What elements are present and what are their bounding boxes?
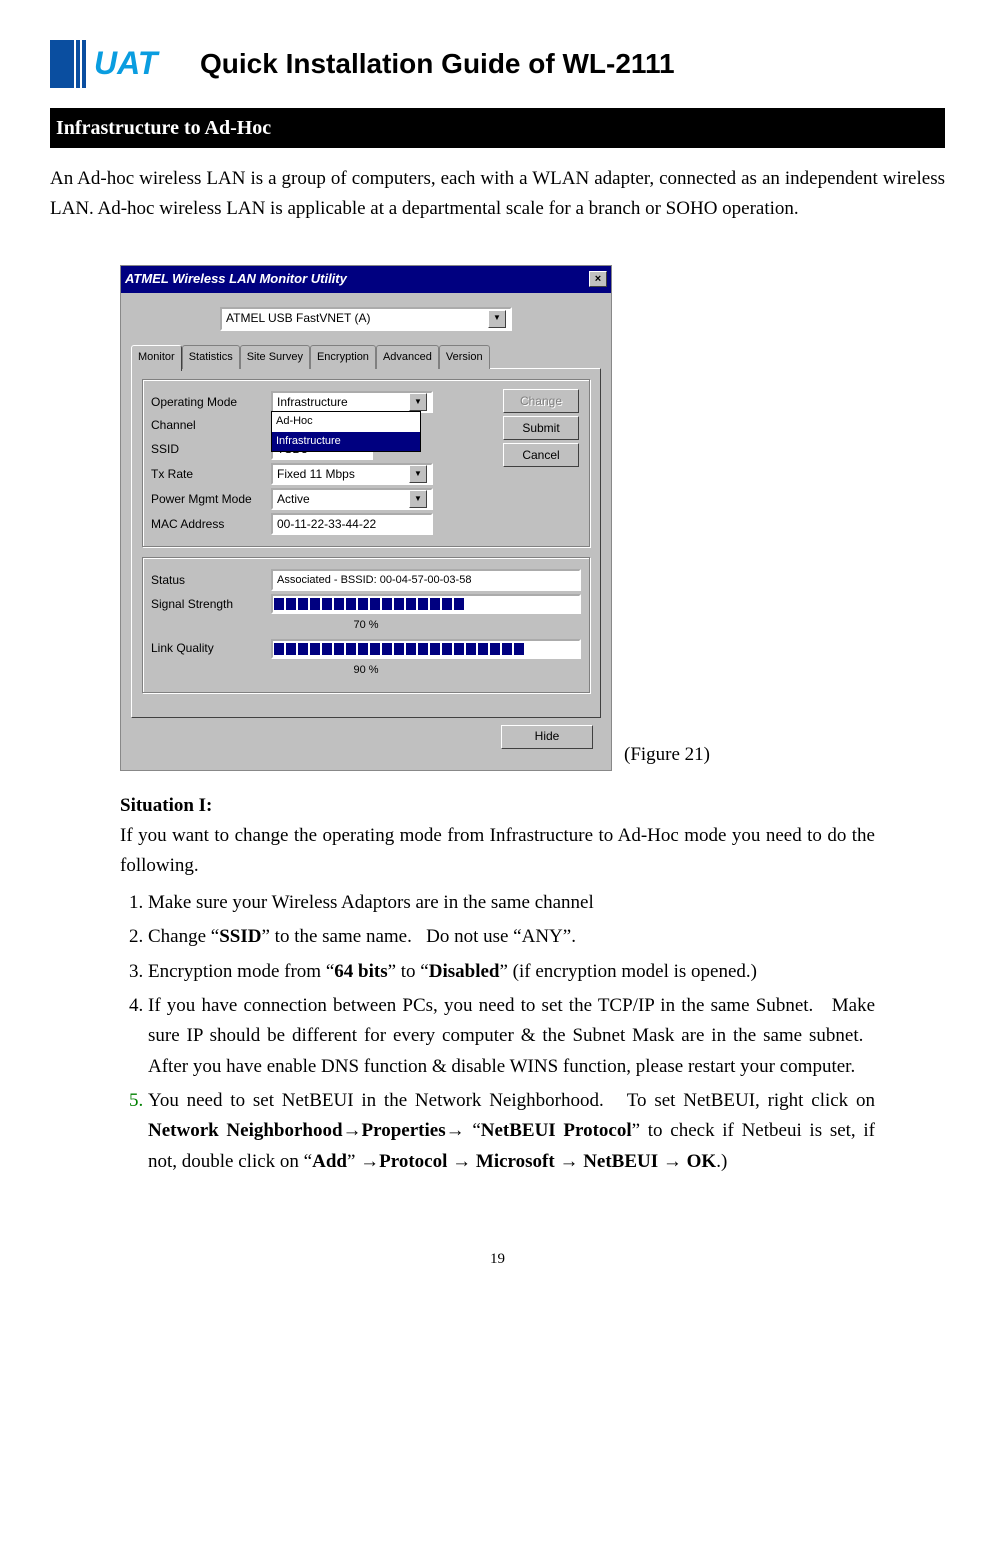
- step-4: If you have connection between PCs, you …: [148, 991, 875, 1082]
- label-ssid: SSID: [151, 440, 271, 459]
- label-mac: MAC Address: [151, 515, 271, 534]
- tab-advanced[interactable]: Advanced: [376, 345, 439, 370]
- op-mode-dropdown[interactable]: Ad-Hoc Infrastructure: [271, 411, 421, 452]
- submit-button[interactable]: Submit: [503, 416, 579, 440]
- mac-value: 00-11-22-33-44-22: [277, 515, 376, 534]
- situation-heading: Situation I:: [120, 791, 875, 821]
- chevron-down-icon[interactable]: ▼: [409, 465, 427, 483]
- step-3: Encryption mode from “64 bits” to “Disab…: [148, 957, 875, 987]
- label-link: Link Quality: [151, 639, 271, 658]
- op-mode-opt-adhoc[interactable]: Ad-Hoc: [272, 412, 420, 432]
- page-number: 19: [50, 1247, 945, 1271]
- figure-row: ATMEL Wireless LAN Monitor Utility × ATM…: [120, 265, 945, 771]
- situation-lead: If you want to change the operating mode…: [120, 821, 875, 882]
- atmel-dialog: ATMEL Wireless LAN Monitor Utility × ATM…: [120, 265, 612, 771]
- dialog-title: ATMEL Wireless LAN Monitor Utility: [125, 269, 347, 290]
- tx-rate-value: Fixed 11 Mbps: [277, 465, 355, 484]
- chevron-down-icon[interactable]: ▼: [409, 490, 427, 508]
- close-icon[interactable]: ×: [589, 271, 607, 287]
- pmm-select[interactable]: Active ▼: [271, 488, 433, 510]
- status-group: Status Associated - BSSID: 00-04-57-00-0…: [142, 557, 590, 692]
- tab-statistics[interactable]: Statistics: [182, 345, 240, 370]
- adapter-value: ATMEL USB FastVNET (A): [226, 309, 370, 328]
- page-header: UAT Quick Installation Guide of WL-2111: [50, 40, 945, 88]
- step-2: Change “SSID” to the same name. Do not u…: [148, 922, 875, 952]
- link-bar: [271, 639, 581, 659]
- change-button[interactable]: Change: [503, 389, 579, 413]
- section-heading-bar: Infrastructure to Ad-Hoc: [50, 108, 945, 148]
- hide-button[interactable]: Hide: [501, 725, 593, 749]
- cancel-button[interactable]: Cancel: [503, 443, 579, 467]
- op-mode-select[interactable]: Infrastructure ▼: [271, 391, 433, 413]
- status-value: Associated - BSSID: 00-04-57-00-03-58: [277, 572, 471, 590]
- page-title: Quick Installation Guide of WL-2111: [200, 42, 675, 87]
- settings-group: Operating Mode Infrastructure ▼ Ad-Hoc I…: [142, 379, 590, 547]
- intro-paragraph: An Ad-hoc wireless LAN is a group of com…: [50, 164, 945, 225]
- tab-encryption[interactable]: Encryption: [310, 345, 376, 370]
- mac-field: 00-11-22-33-44-22: [271, 513, 433, 535]
- adapter-select[interactable]: ATMEL USB FastVNET (A) ▼: [220, 307, 512, 331]
- figure-label: (Figure 21): [624, 740, 710, 770]
- op-mode-value: Infrastructure: [277, 393, 348, 412]
- status-field: Associated - BSSID: 00-04-57-00-03-58: [271, 569, 581, 591]
- chevron-down-icon[interactable]: ▼: [409, 393, 427, 411]
- tab-strip: Monitor Statistics Site Survey Encryptio…: [131, 345, 601, 370]
- step-5: You need to set NetBEUI in the Network N…: [148, 1086, 875, 1177]
- tab-panel: Operating Mode Infrastructure ▼ Ad-Hoc I…: [131, 368, 601, 717]
- signal-percent: 70 %: [151, 617, 581, 635]
- action-button-column: Change Submit Cancel: [503, 386, 579, 470]
- steps-list: Make sure your Wireless Adaptors are in …: [120, 888, 875, 1178]
- tab-monitor[interactable]: Monitor: [131, 345, 182, 372]
- label-op-mode: Operating Mode: [151, 393, 271, 412]
- link-percent: 90 %: [151, 662, 581, 680]
- label-channel: Channel: [151, 416, 271, 435]
- situation-block: Situation I: If you want to change the o…: [120, 791, 875, 1178]
- tab-site-survey[interactable]: Site Survey: [240, 345, 310, 370]
- uat-logo: UAT: [50, 40, 160, 88]
- svg-text:UAT: UAT: [94, 45, 160, 81]
- chevron-down-icon[interactable]: ▼: [488, 310, 506, 328]
- step-1: Make sure your Wireless Adaptors are in …: [148, 888, 875, 918]
- op-mode-opt-infra[interactable]: Infrastructure: [272, 432, 420, 452]
- pmm-value: Active: [277, 490, 310, 509]
- signal-bar: [271, 594, 581, 614]
- label-pmm: Power Mgmt Mode: [151, 490, 271, 509]
- tab-version[interactable]: Version: [439, 345, 490, 370]
- label-tx-rate: Tx Rate: [151, 465, 271, 484]
- tx-rate-select[interactable]: Fixed 11 Mbps ▼: [271, 463, 433, 485]
- label-status: Status: [151, 571, 271, 590]
- label-signal: Signal Strength: [151, 595, 271, 614]
- dialog-titlebar[interactable]: ATMEL Wireless LAN Monitor Utility ×: [121, 266, 611, 293]
